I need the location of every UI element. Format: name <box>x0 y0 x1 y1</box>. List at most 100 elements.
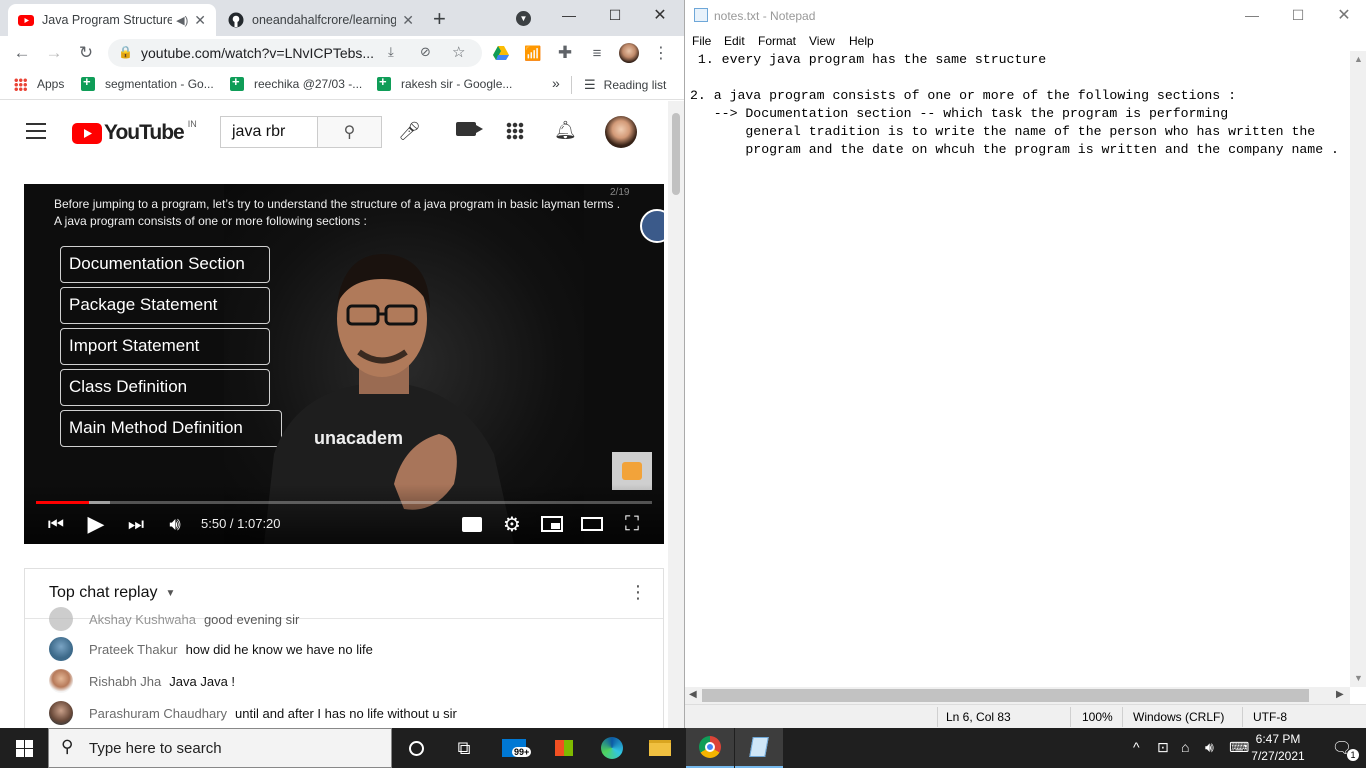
minimize-button[interactable]: — <box>546 0 592 30</box>
notepad-text-area[interactable]: 1. every java program has the same struc… <box>690 51 1350 687</box>
menu-file[interactable]: File <box>692 34 711 48</box>
media-control-icon[interactable]: ≡ <box>585 41 609 65</box>
input-indicator-icon[interactable]: ⌨︎ <box>1229 739 1249 756</box>
chat-author[interactable]: Akshay Kushwaha <box>89 612 196 627</box>
install-icon[interactable]: ⤓ <box>388 44 394 60</box>
notepad-taskbar-icon[interactable] <box>735 728 783 768</box>
settings-gear-icon[interactable]: ⚙ <box>498 512 526 536</box>
menu-edit[interactable]: Edit <box>724 34 745 48</box>
bookmark-reechika[interactable]: reechika @27/03 -... <box>230 74 362 91</box>
task-view-icon[interactable]: ⧉ <box>440 728 488 768</box>
url-text: youtube.com/watch?v=LNvICPTebs... <box>141 45 375 61</box>
chrome-taskbar-icon[interactable] <box>686 728 734 768</box>
mail-app-icon[interactable]: 99+ <box>490 728 538 768</box>
tracking-blocked-icon[interactable]: ⊘ <box>420 44 431 60</box>
next-icon[interactable]: ⏭︎ <box>122 512 150 536</box>
page-scrollbar[interactable] <box>668 101 684 728</box>
menu-help[interactable]: Help <box>849 34 874 48</box>
play-icon[interactable]: ▶ <box>82 511 110 536</box>
file-explorer-icon[interactable] <box>636 728 684 768</box>
profile-avatar[interactable] <box>617 41 641 65</box>
close-tab-icon[interactable]: ✕ <box>402 12 414 29</box>
extensions-puzzle-icon[interactable]: ✚ <box>553 41 577 65</box>
scrollbar-thumb[interactable] <box>672 113 680 195</box>
lock-icon[interactable]: 🔒 <box>118 45 133 59</box>
previous-icon[interactable]: ⏮︎ <box>42 512 70 536</box>
youtube-logo[interactable]: YouTube IN <box>72 119 197 145</box>
chat-mode-dropdown[interactable]: Top chat replay ▼ <box>49 584 175 602</box>
taskbar-search-box[interactable]: ⚲ Type here to search <box>48 728 392 768</box>
chat-author[interactable]: Parashuram Chaudhary <box>89 706 227 721</box>
scroll-left-arrow-icon[interactable]: ◀ <box>689 689 697 700</box>
back-icon[interactable]: ← <box>10 41 34 65</box>
bookmark-star-icon[interactable]: ☆ <box>452 43 465 61</box>
create-video-icon[interactable] <box>456 122 483 136</box>
reload-icon[interactable]: ↻ <box>74 41 98 65</box>
avatar[interactable] <box>49 669 73 693</box>
apps-grid-icon[interactable] <box>506 122 524 140</box>
edge-browser-icon[interactable] <box>588 728 636 768</box>
store-app-icon[interactable] <box>540 728 588 768</box>
show-hidden-icons-icon[interactable]: ^ <box>1133 739 1140 755</box>
analytics-extension-icon[interactable]: 📶 <box>521 41 545 65</box>
tab-java-program-structure[interactable]: Java Program Structure ◀) ✕ <box>8 4 216 36</box>
scrollbar-thumb[interactable] <box>702 689 1309 702</box>
avatar[interactable] <box>49 607 73 631</box>
notepad-minimize-button[interactable]: — <box>1229 0 1275 30</box>
network-icon[interactable]: ⌂ <box>1181 739 1189 755</box>
scroll-down-arrow-icon[interactable]: ▼ <box>1354 673 1363 683</box>
speaker-icon[interactable]: ◀) <box>176 14 188 27</box>
chat-menu-icon[interactable]: ⋮ <box>629 582 647 603</box>
youtube-search-input[interactable]: java rbr <box>220 116 318 148</box>
start-button[interactable] <box>0 728 48 768</box>
tab-github[interactable]: oneandahalfcrore/learning ✕ <box>218 4 424 36</box>
address-bar[interactable]: 🔒 youtube.com/watch?v=LNvICPTebs... ⤓ ⊘ … <box>108 39 482 67</box>
cortana-icon[interactable] <box>392 728 440 768</box>
bookmark-segmentation[interactable]: segmentation - Go... <box>81 74 214 91</box>
scroll-up-arrow-icon[interactable]: ▲ <box>1354 54 1363 64</box>
windows-taskbar: ⚲ Type here to search ⧉ 99+ ^ ⊡ ⌂ 🔊︎ ⌨︎ … <box>0 728 1366 768</box>
subtitles-icon[interactable] <box>458 512 486 536</box>
chat-author[interactable]: Prateek Thakur <box>89 642 178 657</box>
theater-mode-icon[interactable] <box>578 512 606 536</box>
video-player[interactable]: Before jumping to a program, let’s try t… <box>24 184 664 544</box>
taskbar-clock[interactable]: 6:47 PM 7/27/2021 <box>1248 731 1308 765</box>
close-window-button[interactable]: ✕ <box>637 0 683 30</box>
bookmark-rakesh-sir[interactable]: rakesh sir - Google... <box>377 74 512 91</box>
user-avatar[interactable] <box>605 116 637 148</box>
channel-watermark[interactable] <box>640 209 664 243</box>
voice-search-icon[interactable]: 🎤︎ <box>398 121 421 142</box>
drive-extension-icon[interactable] <box>489 41 513 65</box>
avatar[interactable] <box>49 637 73 661</box>
menu-view[interactable]: View <box>809 34 835 48</box>
youtube-search-button[interactable]: ⚲ <box>317 116 382 148</box>
chrome-menu-icon[interactable]: ⋮ <box>649 41 673 65</box>
apps-shortcut[interactable]: Apps <box>14 77 64 91</box>
progress-bar[interactable] <box>36 501 652 504</box>
volume-tray-icon[interactable]: 🔊︎ <box>1205 739 1214 756</box>
notepad-close-button[interactable]: ✕ <box>1321 0 1366 30</box>
meet-now-icon[interactable]: ⊡ <box>1157 739 1169 756</box>
menu-format[interactable]: Format <box>758 34 796 48</box>
forward-icon[interactable]: → <box>42 41 66 65</box>
section-box-import: Import Statement <box>60 328 270 365</box>
more-bookmarks-button[interactable]: » <box>552 75 560 91</box>
close-tab-icon[interactable]: ✕ <box>194 12 206 29</box>
volume-icon[interactable]: 🔊︎ <box>161 512 189 536</box>
notepad-horizontal-scrollbar[interactable]: ◀ ▶ <box>685 687 1350 704</box>
tab-search-icon[interactable]: ▼ <box>516 11 531 26</box>
reading-list-button[interactable]: ☰ Reading list <box>584 77 666 93</box>
hamburger-menu-icon[interactable] <box>26 123 46 139</box>
maximize-button[interactable]: ☐ <box>592 0 638 30</box>
scroll-right-arrow-icon[interactable]: ▶ <box>1336 689 1344 700</box>
fullscreen-icon[interactable]: ⛶ <box>618 512 646 536</box>
new-tab-button[interactable]: + <box>433 6 446 32</box>
notifications-bell-icon[interactable]: 🔔︎ <box>554 120 577 141</box>
chat-message: Parashuram Chaudhary until and after I h… <box>49 699 457 727</box>
notepad-vertical-scrollbar[interactable]: ▲ ▼ <box>1350 51 1366 687</box>
notepad-maximize-button[interactable]: ☐ <box>1275 0 1321 30</box>
miniplayer-icon[interactable] <box>538 512 566 536</box>
action-center-icon[interactable]: 🗨︎ 1 <box>1318 728 1366 768</box>
chat-author[interactable]: Rishabh Jha <box>89 674 161 689</box>
avatar[interactable] <box>49 701 73 725</box>
